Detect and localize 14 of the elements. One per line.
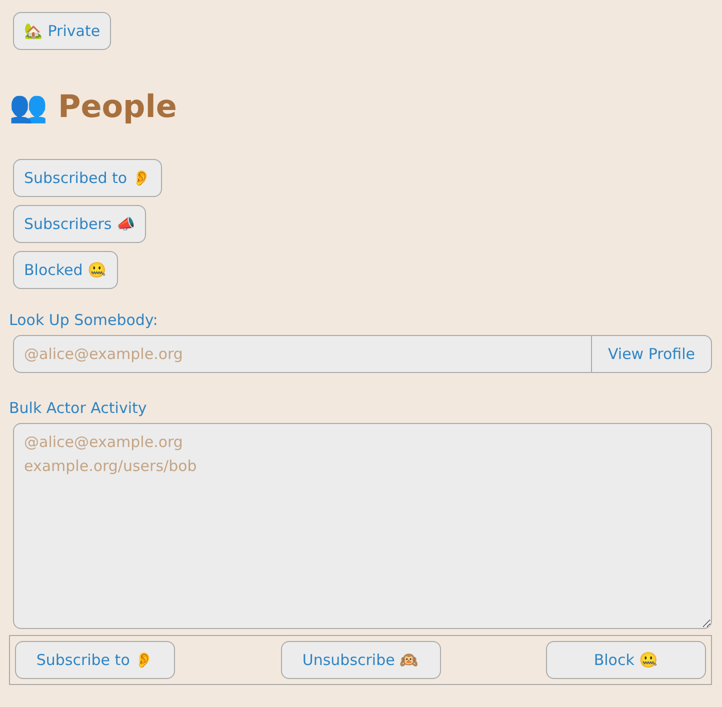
action-button[interactable]: Subscribe to 👂 — [15, 641, 175, 679]
lookup-field[interactable]: @alice@example.org — [13, 335, 591, 373]
nav-button[interactable]: Blocked 🤐 — [13, 251, 118, 289]
page-title: People — [58, 88, 177, 124]
bulk-actor-field[interactable]: @alice@example.org example.org/users/bob — [13, 423, 712, 629]
private-button[interactable]: 🏡 Private — [13, 12, 112, 50]
action-button[interactable]: Unsubscribe 🙉 — [280, 641, 440, 679]
nav-button[interactable]: Subscribed to 👂 — [13, 159, 162, 197]
lookup-label: Look Up Somebody: — [9, 311, 159, 329]
action-button[interactable]: Block 🤐 — [546, 641, 706, 679]
people-icon: 👥 — [9, 88, 48, 125]
view-profile-button[interactable]: View Profile — [590, 335, 712, 373]
nav-button[interactable]: Subscribers 📣 — [13, 205, 146, 243]
bulk-label: Bulk Actor Activity — [9, 399, 148, 417]
